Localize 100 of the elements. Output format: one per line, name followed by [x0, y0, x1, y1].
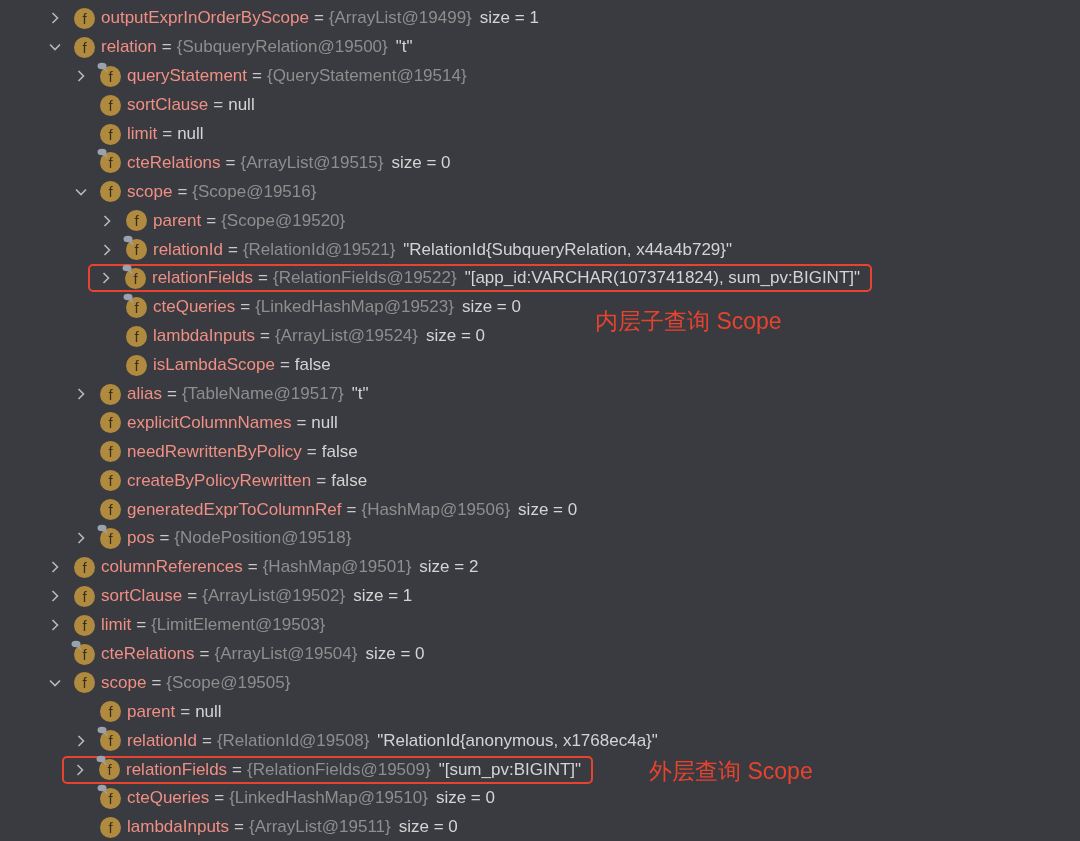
equals-sign: =: [346, 499, 357, 520]
variable-value: size = 0: [518, 499, 578, 520]
variable-value: "RelationId{SubqueryRelation, x44a4b729}": [403, 239, 732, 260]
equals-sign: =: [214, 788, 225, 809]
variable-name: createByPolicyRewritten: [127, 470, 312, 491]
equals-sign: =: [136, 615, 147, 636]
equals-sign: =: [201, 730, 212, 751]
variable-name: cteQueries: [127, 788, 210, 809]
variable-name: parent: [127, 701, 176, 722]
variable-value: null: [228, 95, 255, 116]
field-icon: f: [74, 585, 95, 607]
equals-sign: =: [306, 441, 317, 462]
variable-type: {NodePosition@19518}: [174, 528, 352, 549]
equals-sign: =: [213, 95, 224, 116]
equals-sign: =: [227, 239, 238, 260]
field-icon: f: [74, 556, 95, 578]
variable-name: relation: [101, 37, 157, 58]
variable-name: sortClause: [127, 95, 209, 116]
annotation-text: 外层查询 Scope: [649, 756, 813, 786]
variable-value: size = 0: [461, 297, 521, 318]
variable-value: size = 0: [365, 644, 425, 665]
variable-value: false: [321, 441, 358, 462]
variable-value: size = 0: [398, 817, 458, 838]
field-icon: f: [74, 7, 95, 29]
variable-name: explicitColumnNames: [127, 412, 292, 433]
variable-name: scope: [127, 181, 173, 202]
variable-value: "RelationId{anonymous, x1768ec4a}": [377, 730, 658, 751]
variable-name: relationFields: [152, 268, 254, 289]
field-icon: f: [100, 470, 121, 492]
variable-type: {ArrayList@19515}: [240, 152, 384, 173]
variable-name: lambdaInputs: [153, 326, 256, 347]
equals-sign: =: [279, 355, 290, 376]
field-icon: f: [126, 325, 147, 347]
variable-type: {LimitElement@19503}: [151, 615, 326, 636]
variable-value: size = 0: [426, 326, 486, 347]
variable-name: columnReferences: [101, 557, 243, 578]
equals-sign: =: [232, 759, 243, 780]
field-icon: f: [74, 614, 95, 636]
equals-sign: =: [240, 297, 251, 318]
variable-type: {RelationId@19521}: [242, 239, 396, 260]
equals-sign: =: [161, 37, 172, 58]
variable-value: size = 1: [479, 8, 539, 29]
variable-value: size = 1: [353, 586, 413, 607]
variable-name: alias: [127, 384, 162, 404]
equals-sign: =: [258, 268, 269, 289]
variable-name: needRewrittenByPolicy: [127, 441, 302, 462]
equals-sign: =: [151, 672, 162, 693]
equals-sign: =: [252, 66, 262, 87]
variable-value: null: [177, 124, 204, 144]
annotation-text: 内层子查询 Scope: [595, 307, 782, 337]
variable-type: {RelationId@19508}: [216, 730, 370, 751]
variable-name: queryStatement: [127, 66, 247, 87]
variable-name: scope: [101, 672, 147, 693]
variable-name: relationFields: [126, 759, 228, 780]
variable-name: limit: [127, 124, 158, 144]
variable-type: {ArrayList@19502}: [202, 586, 346, 607]
variable-name: cteQueries: [153, 297, 236, 318]
variable-value: "[app_id:VARCHAR(1073741824), sum_pv:BIGINT]": [464, 268, 861, 289]
field-icon: f: [100, 701, 121, 723]
variable-type: {Scope@19505}: [166, 672, 291, 693]
field-icon: f: [100, 527, 121, 549]
field-icon: f: [100, 441, 121, 463]
field-icon: f: [74, 643, 95, 665]
variable-type: {HashMap@19501}: [262, 557, 412, 578]
equals-sign: =: [316, 470, 327, 491]
equals-sign: =: [260, 326, 270, 347]
variable-name: relationId: [153, 239, 223, 260]
variable-name: pos: [127, 528, 155, 549]
variable-name: parent: [153, 210, 202, 231]
variable-type: {SubqueryRelation@19500}: [176, 37, 388, 58]
field-icon: f: [125, 267, 146, 289]
field-icon: f: [74, 36, 95, 58]
variable-name: isLambdaScope: [153, 355, 275, 376]
field-icon: f: [126, 210, 147, 232]
field-icon: f: [126, 296, 147, 318]
variable-name: relationId: [127, 730, 197, 751]
variable-value: "[sum_pv:BIGINT]": [438, 759, 582, 780]
equals-sign: =: [177, 181, 188, 202]
variable-type: {QueryStatement@19514}: [266, 66, 467, 87]
variable-type: {LinkedHashMap@19510}: [229, 788, 428, 809]
variable-value: "t": [351, 384, 369, 404]
variable-type: {ArrayList@19504}: [214, 644, 358, 665]
field-icon: f: [74, 672, 95, 694]
field-icon: f: [100, 94, 121, 116]
equals-sign: =: [313, 8, 324, 29]
variable-value: size = 0: [391, 152, 451, 173]
variable-value: null: [195, 701, 222, 722]
variable-type: {ArrayList@19524}: [275, 326, 418, 347]
field-icon: f: [100, 499, 121, 521]
variable-type: {Scope@19520}: [221, 210, 346, 231]
variable-type: {RelationFields@19509}: [247, 759, 431, 780]
variable-value: false: [294, 355, 331, 376]
equals-sign: =: [199, 644, 210, 665]
equals-sign: =: [187, 586, 198, 607]
variable-type: {ArrayList@19511}: [249, 817, 391, 838]
variable-value: null: [311, 412, 338, 433]
equals-sign: =: [234, 817, 244, 838]
variable-name: cteRelations: [101, 644, 195, 665]
equals-sign: =: [296, 412, 307, 433]
field-icon: f: [126, 354, 147, 376]
